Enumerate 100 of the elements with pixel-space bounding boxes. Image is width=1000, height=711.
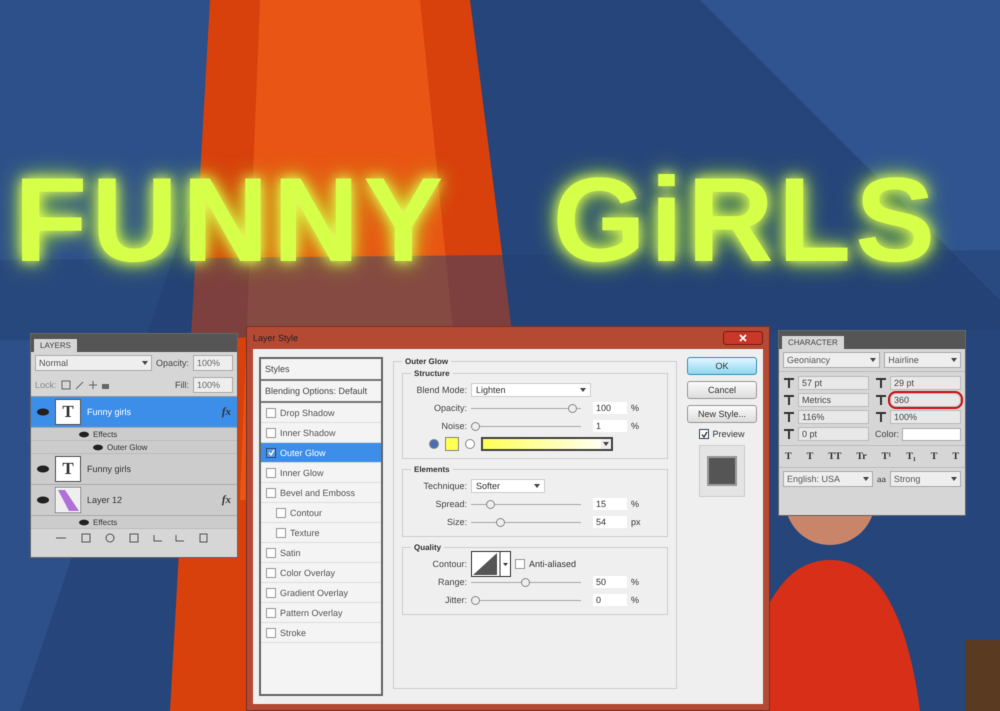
style-item[interactable]: Drop Shadow bbox=[261, 403, 381, 423]
type-style-button[interactable]: T bbox=[952, 451, 959, 462]
setting-field[interactable]: 360 bbox=[890, 393, 961, 407]
style-item[interactable]: Pattern Overlay bbox=[261, 603, 381, 623]
contour-picker[interactable] bbox=[471, 551, 511, 577]
color-label: Color: bbox=[875, 429, 900, 439]
field-label: Noise: bbox=[440, 421, 467, 431]
style-item[interactable]: Texture bbox=[261, 523, 381, 543]
eye-icon[interactable] bbox=[79, 518, 89, 526]
style-item[interactable]: Bevel and Emboss bbox=[261, 483, 381, 503]
checkbox[interactable] bbox=[266, 448, 276, 458]
checkbox[interactable] bbox=[266, 408, 276, 418]
gradient-picker[interactable] bbox=[481, 437, 613, 451]
checkbox[interactable] bbox=[276, 528, 286, 538]
style-item[interactable]: Gradient Overlay bbox=[261, 583, 381, 603]
setting-field[interactable]: Metrics bbox=[798, 393, 869, 407]
dropdown-arrow-icon[interactable] bbox=[580, 388, 586, 392]
dropdown-arrow-icon[interactable] bbox=[863, 477, 870, 481]
checkbox[interactable] bbox=[266, 468, 276, 478]
value-field[interactable]: 50 bbox=[593, 576, 627, 588]
color-swatch[interactable] bbox=[445, 437, 459, 451]
checkbox[interactable] bbox=[266, 628, 276, 638]
setting-field[interactable]: 100% bbox=[890, 410, 961, 424]
layer-name: Layer 12 bbox=[87, 495, 124, 505]
setting-field[interactable]: 0 pt bbox=[798, 427, 869, 441]
anti-alias-dropdown[interactable]: Strong bbox=[890, 471, 961, 487]
slider-thumb[interactable] bbox=[568, 404, 577, 412]
value-field[interactable]: 54 bbox=[593, 516, 627, 528]
checkbox[interactable] bbox=[266, 588, 276, 598]
slider-thumb[interactable] bbox=[471, 596, 480, 604]
slider-thumb[interactable] bbox=[496, 518, 505, 526]
checkbox[interactable] bbox=[266, 488, 276, 498]
font-dropdown[interactable]: Geoniancy bbox=[783, 352, 880, 368]
slider-thumb[interactable] bbox=[521, 578, 530, 586]
type-style-button[interactable]: T¹ bbox=[882, 451, 892, 462]
style-item[interactable]: Contour bbox=[261, 503, 381, 523]
dropdown-arrow-icon[interactable] bbox=[142, 361, 148, 365]
blending-options-item[interactable]: Blending Options: Default bbox=[261, 381, 381, 403]
panel-tab[interactable]: LAYERS bbox=[34, 339, 77, 352]
style-item[interactable]: Inner Glow bbox=[261, 463, 381, 483]
dialog-button[interactable]: Cancel bbox=[687, 381, 757, 399]
value-field[interactable]: 100 bbox=[593, 402, 627, 414]
font-style-dropdown[interactable]: Hairline bbox=[884, 352, 961, 368]
type-style-button[interactable]: Tr bbox=[856, 451, 867, 462]
eye-icon[interactable] bbox=[37, 465, 49, 473]
panel-tab[interactable]: CHARACTER bbox=[782, 336, 844, 349]
technique-dropdown[interactable]: Softer bbox=[471, 479, 545, 493]
style-label: Inner Glow bbox=[280, 468, 324, 478]
checkbox[interactable] bbox=[515, 559, 525, 569]
type-setting-icon bbox=[783, 394, 795, 406]
checkbox[interactable] bbox=[266, 548, 276, 558]
styles-header[interactable]: Styles bbox=[261, 359, 381, 381]
value-field[interactable]: 1 bbox=[593, 420, 627, 432]
blend-mode-dropdown[interactable]: Normal bbox=[35, 355, 152, 371]
type-style-button[interactable]: T bbox=[930, 451, 938, 462]
setting-field[interactable]: 116% bbox=[798, 410, 869, 424]
field-label: Opacity: bbox=[432, 403, 467, 413]
type-style-button[interactable]: T bbox=[806, 451, 814, 462]
value-field[interactable]: 15 bbox=[593, 498, 627, 510]
checkbox[interactable] bbox=[266, 428, 276, 438]
type-style-button[interactable]: T bbox=[785, 451, 792, 462]
dialog-button[interactable]: New Style... bbox=[687, 405, 757, 423]
dropdown-arrow-icon[interactable] bbox=[534, 484, 540, 488]
checkbox[interactable] bbox=[276, 508, 286, 518]
dropdown-arrow-icon[interactable] bbox=[870, 358, 876, 362]
setting-field[interactable]: 57 pt bbox=[798, 376, 869, 390]
eye-icon[interactable] bbox=[37, 408, 49, 416]
radio-button[interactable] bbox=[465, 439, 475, 449]
setting-field[interactable]: 29 pt bbox=[890, 376, 961, 390]
layer-row[interactable]: T Funny girls bbox=[31, 454, 237, 485]
style-item[interactable]: Satin bbox=[261, 543, 381, 563]
checkbox[interactable] bbox=[266, 608, 276, 618]
style-item[interactable]: Color Overlay bbox=[261, 563, 381, 583]
layer-row[interactable]: Layer 12 fx bbox=[31, 485, 237, 516]
value-field[interactable]: 0 bbox=[593, 594, 627, 606]
language-dropdown[interactable]: English: USA bbox=[783, 471, 874, 487]
dialog-button[interactable]: OK bbox=[687, 357, 757, 375]
blend-mode-dropdown[interactable]: Lighten bbox=[471, 383, 591, 397]
layer-row[interactable]: T Funny girls fx bbox=[31, 397, 237, 428]
slider-thumb[interactable] bbox=[486, 500, 495, 508]
slider-thumb[interactable] bbox=[471, 422, 480, 430]
eye-icon[interactable] bbox=[37, 496, 49, 504]
style-item[interactable]: Stroke bbox=[261, 623, 381, 643]
field-label: Spread: bbox=[434, 499, 467, 509]
close-icon[interactable] bbox=[739, 334, 747, 342]
radio-button[interactable] bbox=[429, 439, 439, 449]
dropdown-arrow-icon[interactable] bbox=[951, 358, 957, 362]
fill-field[interactable]: 100% bbox=[193, 377, 233, 393]
close-button[interactable] bbox=[723, 331, 763, 345]
dropdown-arrow-icon[interactable] bbox=[603, 442, 609, 446]
dropdown-arrow-icon[interactable] bbox=[951, 477, 957, 481]
type-style-button[interactable]: TT bbox=[828, 451, 842, 462]
opacity-field[interactable]: 100% bbox=[193, 355, 233, 371]
color-swatch[interactable] bbox=[902, 428, 961, 440]
field-label: Blend Mode: bbox=[415, 385, 467, 395]
effects-label: Effects bbox=[93, 518, 118, 526]
checkbox[interactable] bbox=[699, 429, 710, 439]
lock-icons[interactable] bbox=[60, 380, 111, 390]
checkbox[interactable] bbox=[266, 568, 276, 578]
type-style-button[interactable]: T₁ bbox=[906, 451, 916, 462]
